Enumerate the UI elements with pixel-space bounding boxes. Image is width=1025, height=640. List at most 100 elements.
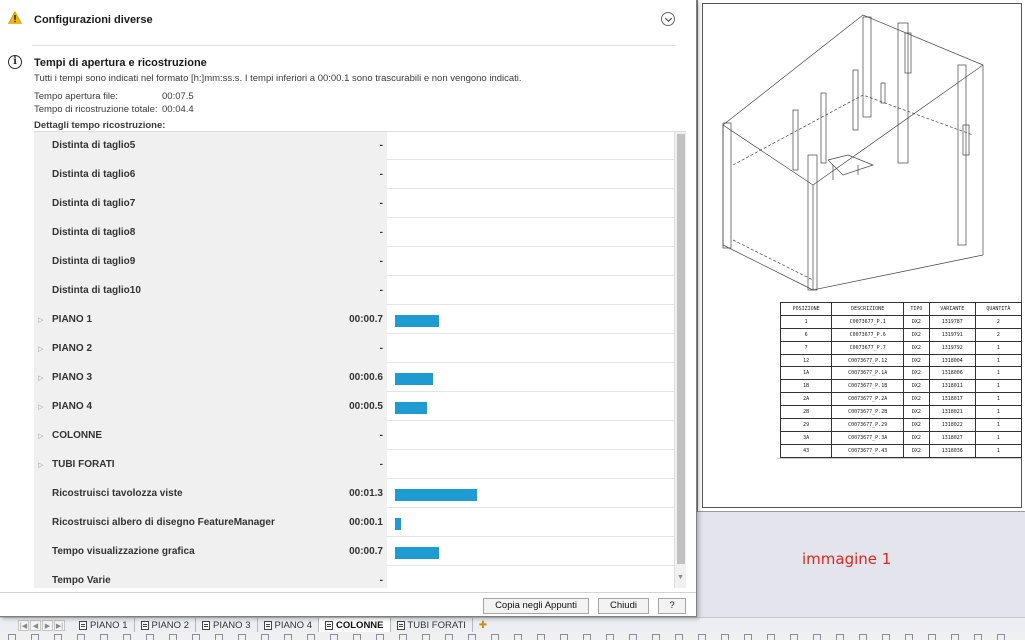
prev-tab-icon[interactable]: ◀ xyxy=(30,619,41,631)
bom-cell: 1 xyxy=(974,392,1023,407)
row-name: PIANO 2 xyxy=(52,343,93,354)
toolbar-icon[interactable] xyxy=(606,634,614,640)
toolbar-icon[interactable] xyxy=(514,634,522,640)
scroll-down-icon[interactable]: ▼ xyxy=(677,574,684,581)
bom-row: 1B C0073677_P.1B DX2 1318011 1 xyxy=(779,379,1023,394)
dialog-footer: Copia negli Appunti Chiudi ? xyxy=(0,592,696,616)
toolbar-icon[interactable] xyxy=(284,634,292,640)
table-row[interactable]: ▷ PIANO 4 00:00.5 xyxy=(34,393,674,422)
triangle-right-icon[interactable]: ▷ xyxy=(38,345,43,353)
table-row[interactable]: ▷ PIANO 3 00:00.6 xyxy=(34,364,674,393)
bom-cell: C0073677_P.12 xyxy=(831,353,905,368)
add-sheet-icon[interactable]: ✚ xyxy=(473,618,493,632)
toolbar-icon[interactable] xyxy=(100,634,108,640)
table-row[interactable]: Distinta di taglio5 - xyxy=(34,132,674,161)
section-header[interactable]: Configurazioni diverse xyxy=(0,0,683,40)
row-name-cell: ▷ PIANO 2 - xyxy=(34,335,387,364)
sheet-tab[interactable]: PIANO 1 xyxy=(73,618,135,632)
table-row[interactable]: ▷ PIANO 1 00:00.7 xyxy=(34,306,674,335)
toolbar-icon[interactable] xyxy=(445,634,453,640)
triangle-right-icon[interactable]: ▷ xyxy=(38,432,43,440)
vertical-scrollbar[interactable]: ▼ xyxy=(674,132,686,588)
bom-cell: DX2 xyxy=(903,366,930,381)
toolbar-icon[interactable] xyxy=(399,634,407,640)
toolbar-icon[interactable] xyxy=(997,634,1005,640)
toolbar-icon[interactable] xyxy=(261,634,269,640)
table-row[interactable]: Ricostruisci tavolozza viste 00:01.3 xyxy=(34,480,674,509)
toolbar-icon[interactable] xyxy=(560,634,568,640)
first-tab-icon[interactable]: |◀ xyxy=(18,619,29,631)
table-row[interactable]: Distinta di taglio6 - xyxy=(34,161,674,190)
toolbar-icon[interactable] xyxy=(330,634,338,640)
bom-row: 7 C0073677_P.7 DX2 1319792 1 xyxy=(779,340,1023,355)
toolbar-icon[interactable] xyxy=(8,634,16,640)
toolbar-icon[interactable] xyxy=(744,634,752,640)
toolbar-icon[interactable] xyxy=(721,634,729,640)
time-bar xyxy=(395,547,439,559)
sheet-tab-label: COLONNE xyxy=(336,619,384,631)
toolbar-icon[interactable] xyxy=(491,634,499,640)
drawing-area[interactable]: POSIZIONE DESCRIZIONE TIPO VARIANTE QUAN… xyxy=(697,0,1025,617)
last-tab-icon[interactable]: ▶| xyxy=(54,619,65,631)
scrollbar-thumb[interactable] xyxy=(677,134,685,564)
drawing-sheet[interactable]: POSIZIONE DESCRIZIONE TIPO VARIANTE QUAN… xyxy=(697,0,1025,512)
toolbar-icon[interactable] xyxy=(537,634,545,640)
table-row[interactable]: Distinta di taglio9 - xyxy=(34,248,674,277)
toolbar-icon[interactable] xyxy=(583,634,591,640)
toolbar-icon[interactable] xyxy=(859,634,867,640)
toolbar-icon[interactable] xyxy=(468,634,476,640)
table-row[interactable]: Tempo visualizzazione grafica 00:00.7 xyxy=(34,538,674,567)
table-row[interactable]: Ricostruisci albero di disegno FeatureMa… xyxy=(34,509,674,538)
toolbar-icon[interactable] xyxy=(813,634,821,640)
table-row[interactable]: Tempo Varie - xyxy=(34,567,674,588)
toolbar-icon[interactable] xyxy=(376,634,384,640)
sheet-tab[interactable]: COLONNE xyxy=(319,618,391,632)
toolbar-icon[interactable] xyxy=(951,634,959,640)
sheet-tab[interactable]: PIANO 3 xyxy=(196,618,258,632)
triangle-right-icon[interactable]: ▷ xyxy=(38,403,43,411)
triangle-right-icon[interactable]: ▷ xyxy=(38,316,43,324)
close-button[interactable]: Chiudi xyxy=(598,598,649,614)
toolbar-icon[interactable] xyxy=(31,634,39,640)
toolbar-icon[interactable] xyxy=(307,634,315,640)
table-row[interactable]: Distinta di taglio10 - xyxy=(34,277,674,306)
toolbar-icon[interactable] xyxy=(790,634,798,640)
copy-to-clipboard-button[interactable]: Copia negli Appunti xyxy=(483,598,589,614)
toolbar-icon[interactable] xyxy=(169,634,177,640)
table-row[interactable]: Distinta di taglio8 - xyxy=(34,219,674,248)
isometric-view[interactable] xyxy=(713,5,1013,295)
table-row[interactable]: ▷ TUBI FORATI - xyxy=(34,451,674,480)
table-row[interactable]: ▷ COLONNE - xyxy=(34,422,674,451)
toolbar-icon[interactable] xyxy=(192,634,200,640)
toolbar-icon[interactable] xyxy=(928,634,936,640)
triangle-right-icon[interactable]: ▷ xyxy=(38,374,43,382)
sheet-tab[interactable]: PIANO 2 xyxy=(135,618,196,632)
sheet-tab[interactable]: PIANO 4 xyxy=(258,618,319,632)
chevron-down-icon[interactable] xyxy=(661,12,675,26)
toolbar-icon[interactable] xyxy=(652,634,660,640)
toolbar-icon[interactable] xyxy=(77,634,85,640)
toolbar-icon[interactable] xyxy=(698,634,706,640)
help-button[interactable]: ? xyxy=(658,598,686,614)
toolbar-icon[interactable] xyxy=(905,634,913,640)
toolbar-icon[interactable] xyxy=(238,634,246,640)
toolbar-icon[interactable] xyxy=(353,634,361,640)
toolbar-icon[interactable] xyxy=(675,634,683,640)
row-time: 00:00.7 xyxy=(349,314,383,325)
toolbar-icon[interactable] xyxy=(882,634,890,640)
bom-cell: 1 xyxy=(974,340,1023,355)
toolbar-icon[interactable] xyxy=(54,634,62,640)
toolbar-icon[interactable] xyxy=(767,634,775,640)
toolbar-icon[interactable] xyxy=(146,634,154,640)
toolbar-icon[interactable] xyxy=(836,634,844,640)
triangle-right-icon[interactable]: ▷ xyxy=(38,461,43,469)
sheet-tab[interactable]: TUBI FORATI xyxy=(391,618,473,632)
next-tab-icon[interactable]: ▶ xyxy=(42,619,53,631)
toolbar-icon[interactable] xyxy=(422,634,430,640)
table-row[interactable]: ▷ PIANO 2 - xyxy=(34,335,674,364)
table-row[interactable]: Distinta di taglio7 - xyxy=(34,190,674,219)
toolbar-icon[interactable] xyxy=(629,634,637,640)
toolbar-icon[interactable] xyxy=(123,634,131,640)
toolbar-icon[interactable] xyxy=(215,634,223,640)
toolbar-icon[interactable] xyxy=(974,634,982,640)
